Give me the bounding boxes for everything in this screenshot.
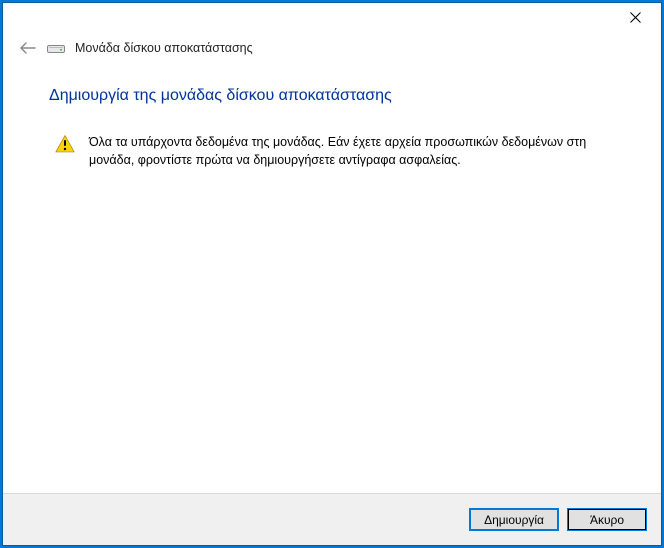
dialog-window: Μονάδα δίσκου αποκατάστασης Δημιουργία τ… [2,2,662,546]
disk-icon [47,42,65,54]
warning-text: Όλα τα υπάρχοντα δεδομένα της μονάδας. Ε… [89,133,599,169]
header-row: Μονάδα δίσκου αποκατάστασης [3,33,661,69]
back-button[interactable] [19,39,37,57]
warning-row: Όλα τα υπάρχοντα δεδομένα της μονάδας. Ε… [49,133,621,169]
close-button[interactable] [622,7,649,29]
back-arrow-icon [20,42,36,54]
header-title: Μονάδα δίσκου αποκατάστασης [75,41,253,55]
warning-icon [55,135,75,158]
titlebar [3,3,661,33]
content-area: Δημιουργία της μονάδας δίσκου αποκατάστα… [3,69,661,493]
cancel-button[interactable]: Άκυρο [567,508,647,531]
button-bar: Δημιουργία Άκυρο [3,493,661,545]
create-button[interactable]: Δημιουργία [469,508,559,531]
page-heading: Δημιουργία της μονάδας δίσκου αποκατάστα… [49,87,621,105]
close-icon [630,12,641,23]
